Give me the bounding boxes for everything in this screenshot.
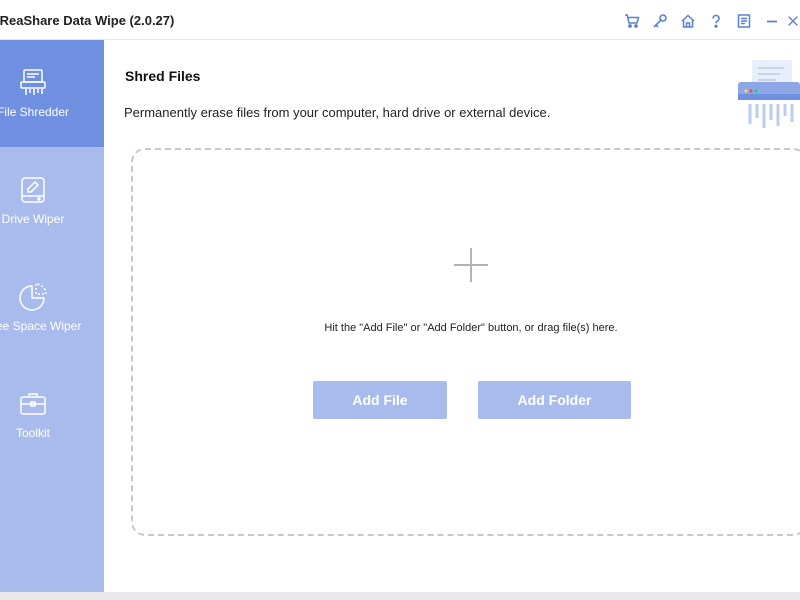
page-description: Permanently erase files from your comput… [124, 105, 551, 120]
pie-chart-icon [17, 281, 49, 313]
help-icon[interactable] [702, 11, 730, 31]
toolbox-icon [17, 388, 49, 420]
file-drop-zone[interactable]: Hit the "Add File" or "Add Folder" butto… [131, 148, 800, 536]
sidebar-item-toolkit[interactable]: Toolkit [0, 361, 104, 468]
add-folder-button[interactable]: Add Folder [478, 381, 631, 419]
add-file-button[interactable]: Add File [313, 381, 447, 419]
window-frame-bottom [0, 592, 800, 600]
sidebar-item-file-shredder[interactable]: File Shredder [0, 40, 104, 147]
feedback-icon[interactable] [730, 11, 758, 31]
shredder-illustration-icon [738, 60, 800, 128]
cart-icon[interactable] [618, 11, 646, 31]
plus-icon [454, 248, 488, 282]
key-icon[interactable] [646, 11, 674, 31]
sidebar-item-label: File Shredder [0, 105, 70, 119]
title-bar-actions [618, 11, 800, 31]
drop-zone-hint: Hit the "Add File" or "Add Folder" butto… [324, 322, 618, 334]
minimize-icon[interactable] [758, 11, 786, 31]
home-icon[interactable] [674, 11, 702, 31]
sidebar-item-label: Drive Wiper [1, 212, 65, 226]
sidebar: File Shredder Drive Wiper Free Space Wip… [0, 40, 104, 592]
main-panel: Shred Files Permanently erase files from… [104, 40, 800, 592]
app-window: iReaShare Data Wipe (2.0.27) File Shredd… [0, 0, 800, 592]
app-title: iReaShare Data Wipe (2.0.27) [0, 13, 175, 28]
page-title: Shred Files [125, 68, 201, 84]
sidebar-item-label: Free Space Wiper [0, 319, 82, 333]
title-bar: iReaShare Data Wipe (2.0.27) [0, 0, 800, 40]
sidebar-item-free-space-wiper[interactable]: Free Space Wiper [0, 254, 104, 361]
close-icon[interactable] [786, 11, 800, 31]
sidebar-item-label: Toolkit [15, 426, 50, 440]
drive-wipe-icon [17, 174, 49, 206]
shredder-icon [17, 67, 49, 99]
sidebar-item-drive-wiper[interactable]: Drive Wiper [0, 147, 104, 254]
